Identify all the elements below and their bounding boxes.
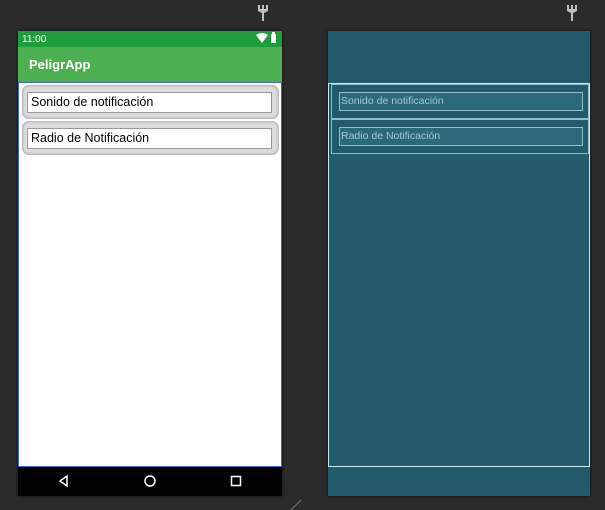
preference-label: Radio de Notificación <box>27 128 272 149</box>
blueprint-preference-sound[interactable]: Sonido de notificación <box>331 84 589 119</box>
blueprint-preview[interactable]: Sonido de notificación Radio de Notifica… <box>328 31 590 496</box>
preference-item-radius[interactable]: Radio de Notificación <box>22 121 279 155</box>
app-title: PeligrApp <box>29 57 91 72</box>
preference-item-sound[interactable]: Sonido de notificación <box>22 85 279 119</box>
navigation-bar <box>18 467 282 496</box>
pin-icon[interactable] <box>566 4 578 22</box>
status-time: 11:00 <box>22 34 47 45</box>
status-icons <box>256 31 276 43</box>
battery-icon <box>271 31 276 43</box>
home-icon[interactable] <box>143 474 157 488</box>
preference-list: Sonido de notificación Radio de Notifica… <box>18 82 282 467</box>
blueprint-content-frame: Sonido de notificación Radio de Notifica… <box>328 83 590 467</box>
pin-icon[interactable] <box>257 4 269 22</box>
recents-icon[interactable] <box>229 474 243 488</box>
blueprint-preference-label: Sonido de notificación <box>339 92 583 111</box>
blueprint-preference-label: Radio de Notificación <box>339 127 583 146</box>
wifi-icon <box>256 33 268 43</box>
blueprint-preference-radius[interactable]: Radio de Notificación <box>331 119 589 154</box>
app-bar: PeligrApp <box>18 47 282 82</box>
status-bar: 11:00 <box>18 31 282 47</box>
design-preview[interactable]: 11:00 PeligrApp Sonido de notificación R… <box>18 31 282 496</box>
back-icon[interactable] <box>57 474 71 488</box>
preference-label: Sonido de notificación <box>27 92 272 113</box>
resize-handle-icon[interactable] <box>290 498 302 510</box>
